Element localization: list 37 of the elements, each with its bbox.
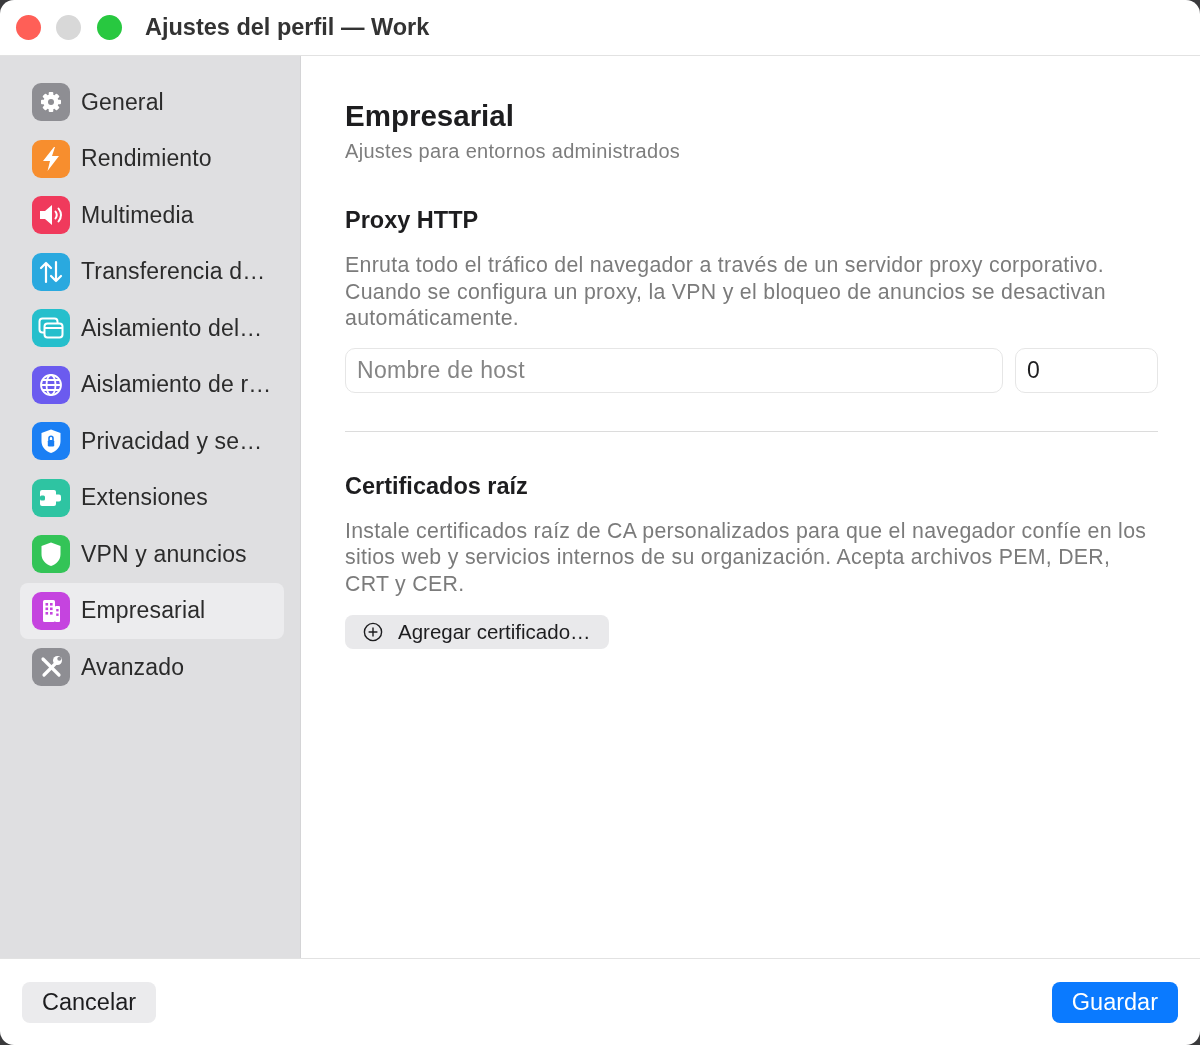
sidebar-item[interactable]: Avanzado	[20, 639, 284, 696]
port-field[interactable]: 0	[1015, 347, 1158, 393]
sidebar-item[interactable]: Extensiones	[20, 469, 284, 526]
section-heading: Certificados raíz	[345, 471, 529, 500]
close-button[interactable]	[15, 15, 41, 40]
add-certificate-button[interactable]: Agregar certificado…	[345, 614, 609, 649]
up-down-arrows-icon	[32, 252, 70, 291]
shield-icon	[32, 535, 70, 574]
sidebar-item[interactable]: Aislamiento de r…	[20, 356, 284, 413]
puzzle-piece-icon	[32, 478, 70, 517]
hostname-field[interactable]: Nombre de host	[345, 347, 1003, 393]
building-icon	[32, 591, 70, 630]
sidebar-item[interactable]: Empresarial	[20, 582, 284, 639]
shield-lock-icon	[32, 422, 70, 461]
lightning-bolt-icon	[32, 139, 70, 178]
sidebar-item[interactable]: General	[20, 74, 284, 131]
page-title: Empresarial	[345, 98, 515, 134]
section-heading: Proxy HTTP	[345, 206, 480, 234]
page-subtitle: Ajustes para entornos administrados	[345, 139, 682, 163]
section-description: Enruta todo el tráfico del navegador a través de un servidor proxy corporativo. Cuando se configura un proxy, la VPN y el bloqueo de anuncios se desactivan automáticamente.	[345, 252, 1107, 332]
windows-icon	[32, 309, 70, 348]
zoom-button[interactable]	[96, 15, 122, 40]
gear-icon	[32, 83, 70, 122]
speaker-icon	[32, 196, 70, 235]
sidebar-item[interactable]: Aislamiento del…	[20, 300, 284, 357]
section-description: Instale certificados raíz de CA personalizados para que el navegador confíe en los sitios web y servicios internos de su organización. Acepta archivos PEM, DER, CRT y CER.	[345, 517, 1148, 597]
save-button[interactable]: Guardar	[1051, 981, 1178, 1023]
sidebar-item[interactable]: Multimedia	[20, 187, 284, 244]
wrench-screwdriver-icon	[32, 648, 70, 687]
globe-icon	[32, 365, 70, 404]
sidebar-item[interactable]: VPN y anuncios	[20, 526, 284, 583]
sidebar-item[interactable]: Transferencia d…	[20, 243, 284, 300]
cancel-button[interactable]: Cancelar	[22, 981, 157, 1023]
sidebar-item[interactable]: Rendimiento	[20, 130, 284, 187]
window-title: Ajustes del perfil — Work	[145, 14, 430, 41]
sidebar-item[interactable]: Privacidad y se…	[20, 413, 284, 470]
plus-circle-icon	[363, 621, 383, 642]
